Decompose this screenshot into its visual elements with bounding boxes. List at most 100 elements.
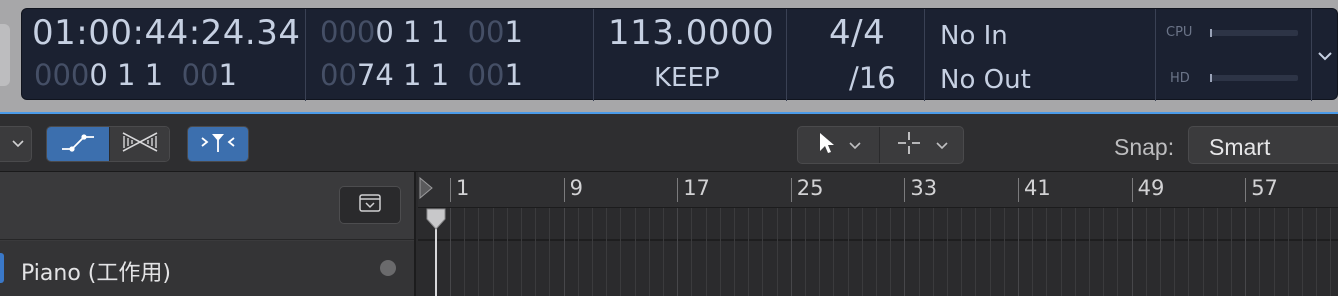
crosshair-tool-icon [896, 130, 922, 161]
time-signature[interactable]: 4/4 [829, 13, 885, 53]
grid-line [1103, 208, 1105, 296]
grid-line [606, 208, 608, 296]
ruler-bar-number: 49 [1137, 176, 1165, 200]
command-click-tool-menu[interactable] [880, 127, 963, 163]
grid-line [450, 208, 451, 296]
ruler-bar-number: 1 [456, 176, 470, 200]
snap-label: Snap: [1114, 134, 1175, 160]
playhead[interactable] [435, 220, 437, 296]
grid-line [947, 208, 948, 296]
grid-line [1330, 208, 1332, 296]
out-locator[interactable]: No Out [940, 65, 1031, 95]
grid-line [521, 208, 522, 296]
grid-line [1131, 208, 1133, 296]
flex-button[interactable] [109, 127, 169, 161]
ruler-start-flag-icon [419, 176, 433, 200]
chevron-down-icon [935, 138, 948, 153]
grid-line [492, 208, 494, 296]
grid-line [762, 208, 764, 296]
grid-line [1188, 208, 1190, 296]
track-header[interactable]: Piano (工作用) [0, 241, 414, 296]
playhead-handle-icon[interactable] [425, 207, 447, 231]
grid-line [648, 208, 650, 296]
ruler-bar-number: 33 [910, 176, 938, 200]
grid-line [592, 208, 593, 296]
arrange-toolbar: Snap: Smart [0, 114, 1338, 172]
lcd-tempo-section[interactable]: 113.0000 KEEP [594, 9, 787, 101]
catch-playhead-icon [198, 130, 238, 159]
grid-line [663, 208, 664, 296]
grid-line [1074, 208, 1076, 296]
grid-line [1145, 208, 1147, 296]
lcd-load-meters[interactable]: CPU HD [1156, 9, 1312, 101]
view-dropdown[interactable] [0, 126, 32, 162]
lcd-position-section[interactable]: 0000 1 1 001 0074 1 1 001 [306, 9, 594, 101]
track-lane-divider [418, 239, 1338, 241]
ruler-bar-number: 25 [796, 176, 824, 200]
grid-line [918, 208, 920, 296]
ruler-bar-number: 41 [1024, 176, 1051, 200]
grid-line [1316, 208, 1318, 296]
snap-value: Smart [1209, 134, 1271, 160]
collapse-button[interactable] [339, 186, 401, 224]
hd-meter [1210, 75, 1298, 81]
hd-label: HD [1170, 71, 1190, 86]
lcd-locators-section[interactable]: No In No Out [925, 9, 1156, 101]
lcd-time-section[interactable]: 01:00:44:24.34 0000 1 1 001 [22, 9, 306, 101]
bar-position-upper: 0000 1 1 001 [320, 15, 523, 49]
grid-line [1259, 208, 1261, 296]
grid-line [833, 208, 835, 296]
lcd-display[interactable]: 01:00:44:24.34 0000 1 1 001 0000 1 1 001… [21, 8, 1338, 101]
tracks-area[interactable] [418, 208, 1338, 296]
record-enable-indicator[interactable] [380, 260, 396, 276]
ruler-tick [1018, 178, 1019, 202]
track-name[interactable]: Piano (工作用) [21, 255, 171, 287]
tempo-value[interactable]: 113.0000 [608, 13, 774, 53]
grid-line [776, 208, 778, 296]
grid-line [506, 208, 508, 296]
control-bar-edge [0, 24, 10, 86]
project-end-position: 0074 1 1 001 [320, 58, 523, 92]
grid-line [535, 208, 537, 296]
tempo-mode[interactable]: KEEP [654, 63, 720, 93]
lcd-signature-section[interactable]: 4/4 /16 [787, 9, 925, 101]
grid-line [1202, 208, 1204, 296]
grid-line [1245, 208, 1247, 296]
track-header-area: Piano (工作用) [0, 172, 416, 296]
automation-button[interactable] [47, 127, 109, 161]
grid-line [1060, 208, 1062, 296]
grid-line [719, 208, 721, 296]
grid-line [819, 208, 821, 296]
division[interactable]: /16 [849, 61, 896, 95]
catch-button[interactable] [187, 126, 249, 162]
grid-line [932, 208, 934, 296]
ruler-tick [790, 178, 792, 202]
ruler-tick [450, 178, 451, 202]
grid-line [989, 208, 991, 296]
smpte-time: 01:00:44:24.34 [32, 13, 301, 53]
bar-ruler[interactable]: 1 9 17 25 33 41 49 57 [418, 172, 1338, 208]
control-bar: 01:00:44:24.34 0000 1 1 001 0000 1 1 001… [0, 0, 1338, 112]
grid-line [1117, 208, 1119, 296]
in-locator[interactable]: No In [940, 21, 1008, 51]
grid-line [904, 208, 906, 296]
collapse-icon [359, 193, 381, 217]
grid-line [705, 208, 707, 296]
ruler-bar-number: 57 [1251, 176, 1278, 200]
track-color-bar [0, 253, 4, 283]
snap-select[interactable]: Smart [1188, 126, 1338, 164]
grid-line [1046, 208, 1048, 296]
left-click-tool-menu[interactable] [798, 127, 880, 163]
global-tracks-header [0, 172, 414, 240]
ruler-tick [904, 178, 906, 202]
grid-line [1216, 208, 1218, 296]
grid-line [734, 208, 735, 296]
ruler-tick [1245, 178, 1247, 202]
grid-line [1174, 208, 1176, 296]
grid-line [1273, 208, 1275, 296]
grid-line [1089, 208, 1090, 296]
grid-line [1003, 208, 1005, 296]
tool-menus [797, 126, 964, 164]
chevron-down-icon[interactable] [1314, 39, 1336, 69]
grid-line [1302, 208, 1303, 296]
